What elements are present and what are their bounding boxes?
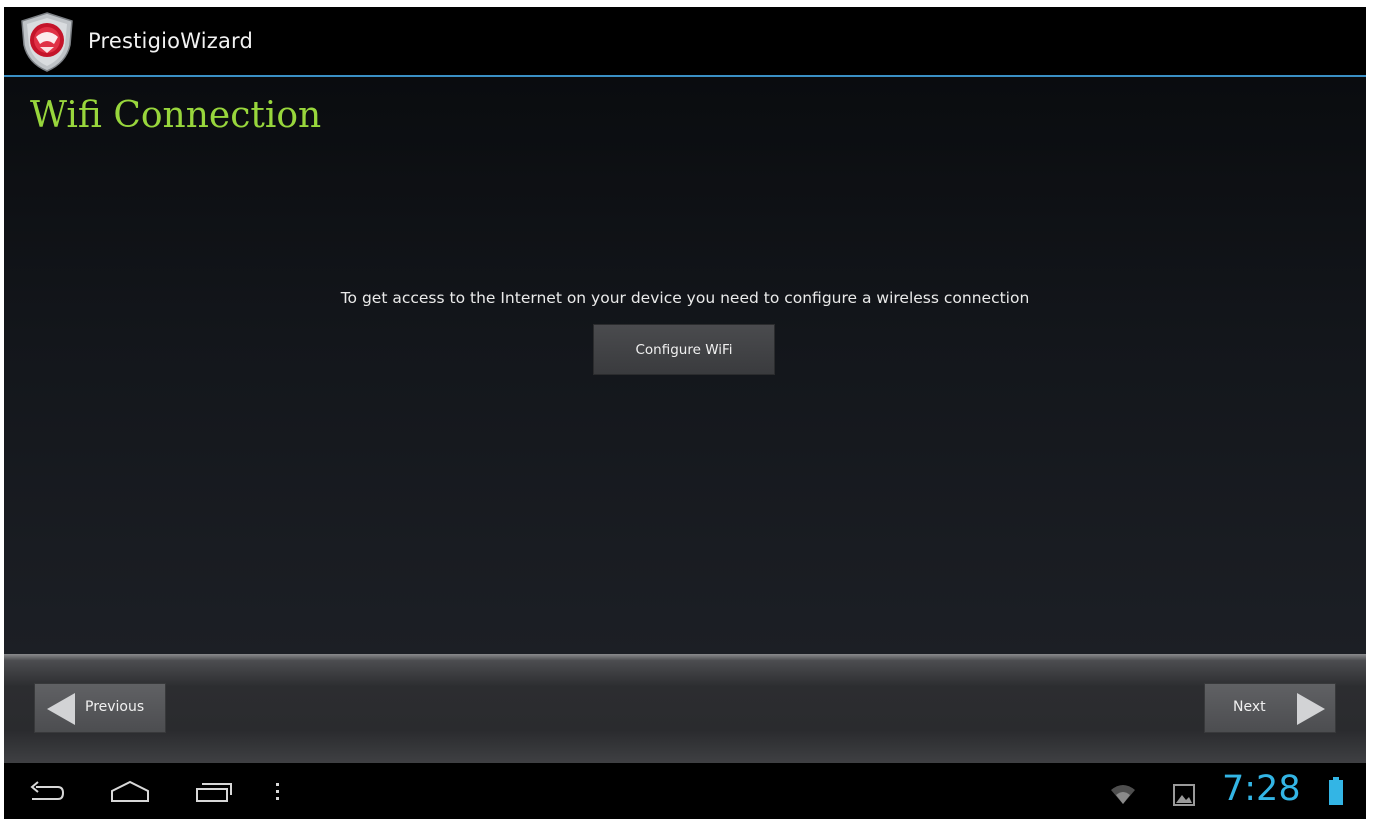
home-icon[interactable] — [108, 779, 152, 803]
next-button[interactable]: Next — [1204, 683, 1336, 733]
wizard-content: Wifi Connection To get access to the Int… — [4, 77, 1366, 654]
wifi-message: To get access to the Internet on your de… — [340, 289, 1030, 307]
page-title: Wifi Connection — [30, 95, 322, 136]
android-screen: PrestigioWizard Wifi Connection To get a… — [4, 7, 1366, 819]
configure-wifi-button[interactable]: Configure WiFi — [593, 324, 775, 375]
app-title: PrestigioWizard — [88, 29, 254, 53]
clock: 7:28 — [1222, 769, 1301, 809]
overflow-menu-icon[interactable] — [274, 781, 282, 803]
system-bar: 7:28 — [4, 763, 1366, 819]
next-label: Next — [1233, 699, 1266, 715]
recent-apps-icon[interactable] — [194, 781, 234, 803]
previous-label: Previous — [85, 699, 145, 715]
arrow-left-icon — [47, 693, 75, 725]
previous-button[interactable]: Previous — [34, 683, 166, 733]
arrow-right-icon — [1297, 693, 1325, 725]
back-icon[interactable] — [28, 781, 66, 805]
wizard-nav-bar: Previous Next — [4, 654, 1366, 763]
prestigio-shield-icon — [18, 11, 76, 73]
gallery-icon — [1173, 784, 1195, 806]
wifi-icon — [1111, 785, 1135, 804]
battery-icon — [1329, 777, 1343, 805]
action-bar: PrestigioWizard — [4, 7, 1366, 77]
